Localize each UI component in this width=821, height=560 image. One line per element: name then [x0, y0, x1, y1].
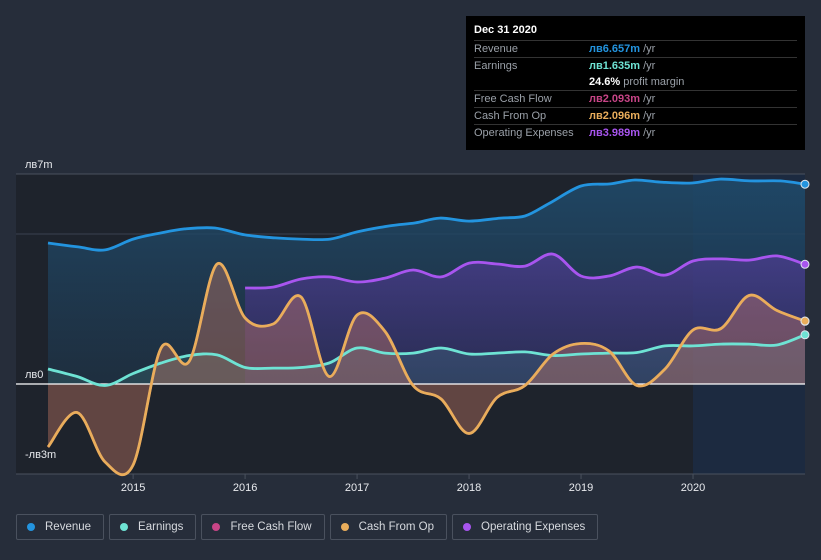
- legend-item-operating-expenses[interactable]: Operating Expenses: [452, 514, 599, 540]
- x-tick-label: 2018: [457, 482, 481, 494]
- legend-item-revenue[interactable]: Revenue: [16, 514, 105, 540]
- x-tick-label: 2017: [345, 482, 369, 494]
- tooltip-label: Free Cash Flow: [474, 93, 552, 105]
- y-tick-label: лв7m: [25, 159, 53, 171]
- tooltip-value: 24.6% profit margin: [589, 76, 685, 88]
- tooltip-row: Cash From Op лв2.096m /yr: [474, 108, 797, 125]
- x-tick-label: 2020: [681, 482, 705, 494]
- legend-dot-icon: [463, 523, 472, 531]
- end-point-operating-expenses[interactable]: [800, 259, 810, 269]
- legend-item-earnings[interactable]: Earnings: [109, 514, 197, 540]
- legend-dot-icon: [212, 523, 221, 531]
- tooltip-panel: Dec 31 2020 Revenue лв6.657m /yr Earnings л…: [466, 16, 805, 150]
- legend-item-cash-from-op[interactable]: Cash From Op: [329, 514, 448, 540]
- y-tick-label: лв0: [25, 369, 43, 381]
- end-point-earnings[interactable]: [800, 330, 810, 340]
- legend-dot-icon: [340, 523, 349, 531]
- legend-label: Free Cash Flow: [230, 521, 312, 533]
- legend-dot-icon: [120, 523, 129, 531]
- end-point-revenue[interactable]: [800, 179, 810, 189]
- x-tick-label: 2016: [233, 482, 257, 494]
- tooltip-label: Cash From Op: [474, 110, 547, 122]
- tooltip-label: Earnings: [474, 60, 518, 72]
- y-tick-label: -лв3m: [25, 449, 56, 461]
- x-tick-label: 2019: [569, 482, 593, 494]
- legend-item-free-cash-flow[interactable]: Free Cash Flow: [201, 514, 325, 540]
- tooltip-row: 24.6% profit margin: [474, 74, 797, 91]
- legend-label: Cash From Op: [358, 521, 435, 533]
- tooltip-row: Revenue лв6.657m /yr: [474, 41, 797, 58]
- tooltip-value: лв2.096m /yr: [589, 110, 656, 122]
- tooltip-label: [474, 74, 589, 90]
- legend-label: Operating Expenses: [481, 521, 586, 533]
- x-tick-label: 2015: [121, 482, 145, 494]
- tooltip-date: Dec 31 2020: [474, 23, 797, 41]
- tooltip-value: лв1.635m /yr: [589, 60, 656, 72]
- tooltip-value: лв6.657m /yr: [589, 43, 656, 55]
- legend: Revenue Earnings Free Cash Flow Cash From O…: [16, 514, 599, 540]
- tooltip-value: лв2.093m /yr: [589, 93, 656, 105]
- tooltip-label: Operating Expenses: [474, 127, 574, 139]
- tooltip-row: Operating Expenses лв3.989m /yr: [474, 125, 797, 141]
- tooltip-label: Revenue: [474, 43, 519, 55]
- end-point-cash-from-op[interactable]: [800, 316, 810, 326]
- legend-dot-icon: [27, 523, 35, 531]
- tooltip-row: Free Cash Flow лв2.093m /yr: [474, 91, 797, 108]
- tooltip-value: лв3.989m /yr: [589, 127, 656, 139]
- legend-label: Earnings: [138, 521, 184, 533]
- tooltip-row: Earnings лв1.635m /yr: [474, 58, 797, 74]
- legend-label: Revenue: [45, 521, 92, 533]
